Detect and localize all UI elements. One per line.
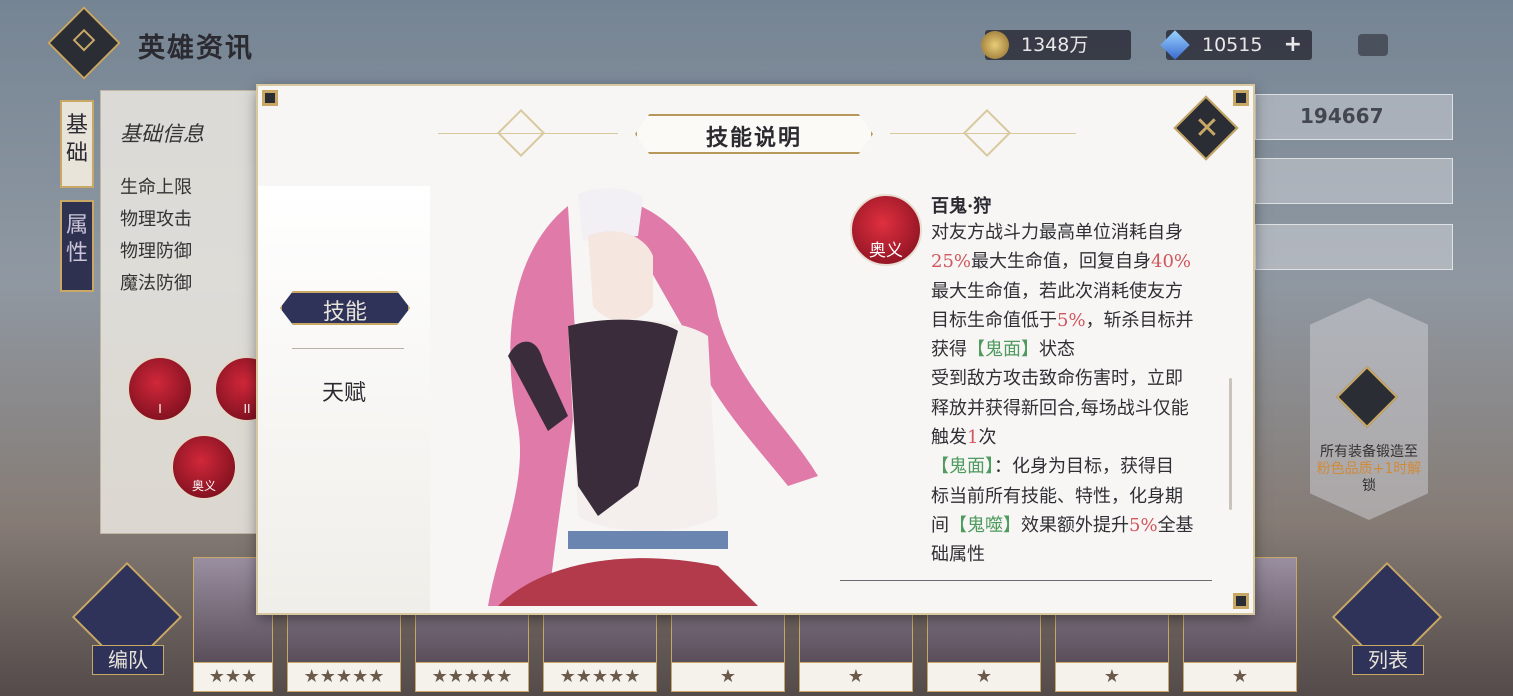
skill-description-modal: 技能说明 ✕ 技能 天赋 奥义 百鬼·狩 对友方战斗力最高单位消耗自身 25%最大… bbox=[258, 86, 1253, 613]
skill-orb-ultimate[interactable]: 奥义 bbox=[171, 434, 237, 500]
team-label: 编队 bbox=[92, 645, 164, 675]
tab-attributes[interactable]: 属性 bbox=[60, 200, 94, 292]
modal-title-banner: 技能说明 bbox=[635, 114, 873, 154]
lock-condition-text: 所有装备锻造至 粉色品质+1时解 锁 bbox=[1316, 444, 1422, 494]
status-keyword: 【鬼面】 bbox=[931, 456, 994, 478]
hero-stars: ★★★★★ bbox=[415, 662, 529, 692]
skill-description: 对友方战斗力最高单位消耗自身 25%最大生命值，回复自身40% 最大生命值，若此次消… bbox=[931, 218, 1201, 570]
description-text: ：化身为目标，获得目 bbox=[994, 456, 1174, 478]
description-line: 间【鬼噬】效果额外提升5%全基 bbox=[931, 511, 1201, 540]
status-keyword: 【鬼面】 bbox=[967, 339, 1039, 361]
frame-corner bbox=[1233, 593, 1249, 609]
description-line: 获得【鬼面】状态 bbox=[931, 335, 1201, 364]
description-text: 最大生命值，回复自身 bbox=[971, 251, 1152, 273]
progress-bar bbox=[1255, 158, 1453, 204]
hero-stars: ★ bbox=[1183, 662, 1297, 692]
hero-belt bbox=[568, 531, 728, 549]
add-gems-button[interactable]: + bbox=[1284, 30, 1302, 60]
highlight-value: 5% bbox=[1129, 514, 1158, 536]
hero-stars: ★★★★★ bbox=[287, 662, 401, 692]
decorative-diamond bbox=[962, 108, 1012, 158]
description-line: 25%最大生命值，回复自身40% bbox=[931, 247, 1201, 276]
description-text: 间 bbox=[931, 514, 949, 536]
gem-currency: 10515 + bbox=[1160, 30, 1312, 60]
hero-stars: ★ bbox=[671, 662, 785, 692]
equipment-slots bbox=[1255, 224, 1453, 270]
description-text: 受到敌方攻击致命伤害时，立即 bbox=[931, 368, 1183, 390]
tab-divider bbox=[292, 348, 404, 349]
description-text: 对友方战斗力最高单位消耗自身 bbox=[931, 222, 1183, 243]
stat-magic-defense: 魔法防御 bbox=[120, 273, 192, 294]
hero-artwork bbox=[488, 188, 818, 606]
description-line: 释放并获得新回合,每场战斗仅能 bbox=[931, 394, 1201, 423]
modal-title: 技能说明 bbox=[705, 125, 802, 151]
decorative-diamond bbox=[496, 108, 546, 158]
description-line: 标当前所有技能、特性，化身期 bbox=[931, 482, 1201, 511]
highlight-value: 1 bbox=[967, 427, 979, 449]
hero-face bbox=[588, 231, 653, 321]
skill-orb-1[interactable]: I bbox=[127, 356, 193, 422]
tab-basic[interactable]: 基础 bbox=[60, 100, 94, 188]
description-text: 状态 bbox=[1039, 339, 1075, 361]
basic-info-heading: 基础信息 bbox=[120, 122, 204, 146]
gold-amount: 1348万 bbox=[1021, 34, 1089, 56]
description-text: 目标生命值低于 bbox=[931, 309, 1057, 331]
description-text: 触发 bbox=[931, 427, 967, 449]
list-label: 列表 bbox=[1352, 645, 1424, 675]
stat-phys-attack: 物理攻击 bbox=[120, 209, 192, 230]
hero-stars: ★★★ bbox=[193, 662, 273, 692]
gem-amount: 10515 bbox=[1202, 34, 1263, 56]
stat-phys-defense: 物理防御 bbox=[120, 241, 192, 262]
hero-stars: ★★★★★ bbox=[543, 662, 657, 692]
description-text: 最大生命值，若此次消耗使友方 bbox=[931, 280, 1183, 302]
status-keyword: 【鬼噬】 bbox=[949, 514, 1021, 536]
gold-currency: 1348万 bbox=[981, 30, 1131, 60]
skill-type-label: 奥义 bbox=[869, 241, 903, 261]
description-text: ，斩杀目标并 bbox=[1085, 309, 1194, 331]
description-text: 次 bbox=[978, 427, 997, 449]
page-title: 英雄资讯 bbox=[138, 33, 254, 64]
highlight-value: 40% bbox=[1151, 251, 1192, 273]
description-line: 触发1次 bbox=[931, 423, 1201, 452]
tab-skill-label: 技能 bbox=[322, 300, 367, 325]
hero-stars: ★ bbox=[1055, 662, 1169, 692]
description-line: 最大生命值，若此次消耗使友方 bbox=[931, 277, 1201, 306]
frame-corner bbox=[262, 90, 278, 106]
close-icon[interactable]: ✕ bbox=[1184, 106, 1230, 152]
description-text: 础属性 bbox=[931, 544, 985, 566]
description-text: 效果额外提升 bbox=[1021, 514, 1129, 536]
coin-icon bbox=[981, 31, 1009, 59]
description-text: 全基 bbox=[1157, 514, 1194, 536]
description-scrollbar[interactable] bbox=[1229, 378, 1232, 510]
description-text: 释放并获得新回合,每场战斗仅能 bbox=[931, 397, 1189, 419]
skill-name: 百鬼·狩 bbox=[931, 196, 992, 217]
description-text: 获得 bbox=[931, 339, 967, 361]
stat-hp: 生命上限 bbox=[120, 177, 192, 198]
description-line: 受到敌方攻击致命伤害时，立即 bbox=[931, 364, 1201, 393]
highlight-value: 25% bbox=[931, 251, 972, 273]
description-line: 【鬼面】：化身为目标，获得目 bbox=[931, 452, 1201, 481]
hero-stars: ★ bbox=[799, 662, 913, 692]
description-text: 标当前所有技能、特性，化身期 bbox=[931, 485, 1183, 507]
tab-skill[interactable]: 技能 bbox=[280, 291, 410, 325]
hero-stars: ★ bbox=[927, 662, 1041, 692]
frame-corner bbox=[1233, 90, 1249, 106]
tab-talent[interactable]: 天赋 bbox=[258, 375, 430, 407]
chat-icon[interactable] bbox=[1358, 34, 1388, 56]
description-line: 础属性 bbox=[931, 540, 1201, 569]
description-line: 目标生命值低于5%，斩杀目标并 bbox=[931, 306, 1201, 335]
description-line: 对友方战斗力最高单位消耗自身 bbox=[931, 218, 1201, 247]
power-value: 194667 bbox=[1300, 104, 1384, 128]
description-divider bbox=[840, 580, 1212, 581]
highlight-value: 5% bbox=[1057, 309, 1086, 331]
